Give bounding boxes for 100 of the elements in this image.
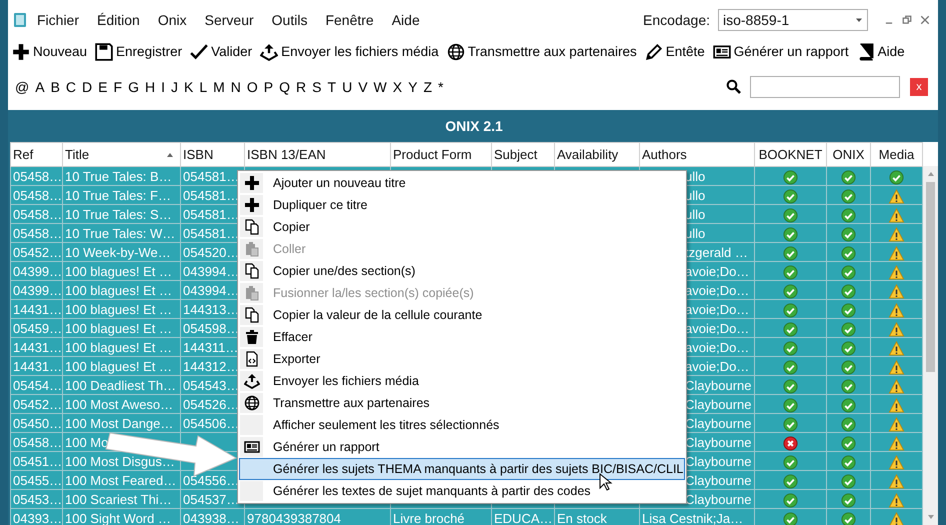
warning-icon <box>888 340 905 356</box>
menu-item[interactable]: Générer les sujets THEMA manquants à partir des sujets BIC/BISAC/CLIL <box>239 458 685 480</box>
column-header[interactable]: ISBN <box>180 142 244 166</box>
menu-item[interactable]: Serveur <box>196 10 263 30</box>
letter-filter[interactable]: X <box>390 76 406 98</box>
clear-button[interactable]: x <box>910 78 928 96</box>
letter-filter[interactable]: O <box>244 76 261 98</box>
letter-filter[interactable]: G <box>125 76 142 98</box>
search-field[interactable] <box>750 76 900 98</box>
letter-filter[interactable]: L <box>196 76 210 98</box>
plus-icon <box>12 43 30 61</box>
letter-filter[interactable]: Y <box>405 76 420 98</box>
warning-icon <box>888 360 905 374</box>
letter-filter[interactable]: Z <box>420 76 435 98</box>
table-cell: 100 Most Feared… <box>62 470 180 490</box>
letter-filter[interactable]: R <box>293 76 310 98</box>
column-header[interactable]: Subject <box>492 142 554 166</box>
letter-filter[interactable]: M <box>210 76 228 98</box>
letter-filter[interactable]: H <box>142 76 158 98</box>
letter-filter[interactable]: N <box>228 76 244 98</box>
letter-filter[interactable]: S <box>309 76 324 98</box>
table-cell: 10 Week-by-We… <box>62 242 180 262</box>
plus-icon <box>244 197 260 213</box>
column-header[interactable]: Ref <box>10 142 62 166</box>
menu-item[interactable]: Outils <box>262 10 316 30</box>
scroll-down-icon[interactable] <box>926 513 934 521</box>
checkmark-icon <box>190 43 208 61</box>
table-cell: 10 True Tales: W… <box>62 224 180 242</box>
letter-filter[interactable]: D <box>79 76 96 98</box>
letter-filter[interactable]: F <box>110 76 126 98</box>
ok-status-icon <box>783 398 798 412</box>
column-header[interactable]: ONIX <box>826 142 870 166</box>
globe-icon <box>446 43 465 61</box>
sort-arrow-icon[interactable] <box>166 151 174 159</box>
menu-item[interactable]: Fenêtre <box>316 10 383 30</box>
ok-status-icon <box>841 322 856 336</box>
error-status-icon <box>783 436 798 450</box>
table-cell: 05458… <box>10 186 62 204</box>
column-header[interactable]: BOOKNET <box>754 142 826 166</box>
letter-filter[interactable]: U <box>339 76 356 98</box>
ok-status-icon <box>783 264 798 280</box>
menu-item[interactable]: Fichier <box>28 10 88 30</box>
letter-filter[interactable]: V <box>355 76 371 98</box>
letter-filter[interactable]: B <box>48 76 63 98</box>
letter-filter[interactable]: J <box>168 76 181 98</box>
warning-icon <box>888 188 905 204</box>
ok-status-icon <box>783 170 798 184</box>
ok-status-icon <box>783 492 798 508</box>
toolbar-button[interactable]: Valider <box>190 42 252 62</box>
column-header[interactable]: Title <box>62 142 180 166</box>
toolbar-button[interactable]: Entête <box>644 42 705 62</box>
table-cell: 04399… <box>10 280 62 300</box>
column-header[interactable]: Media <box>870 142 922 166</box>
table-cell: 05455… <box>10 470 62 490</box>
toolbar-button[interactable]: Envoyer les fichiers média <box>260 42 439 62</box>
close-icon[interactable] <box>920 15 930 25</box>
letter-filter[interactable]: Q <box>276 76 294 98</box>
toolbar-button[interactable]: Nouveau <box>12 42 88 62</box>
code-file-icon <box>244 351 260 367</box>
menu-item[interactable]: Édition <box>88 10 149 30</box>
letter-filter[interactable]: T <box>324 76 340 98</box>
letter-filter[interactable]: W <box>370 76 390 98</box>
scrollbar[interactable] <box>923 166 938 525</box>
ok-status-icon <box>783 322 798 336</box>
warning-icon <box>888 378 905 394</box>
menu-item[interactable]: Onix <box>148 10 196 30</box>
ok-status-icon <box>841 474 856 488</box>
table-cell: 05458… <box>10 166 62 186</box>
warning-icon <box>888 302 905 318</box>
toolbar-button[interactable]: Enregistrer <box>95 42 182 62</box>
letter-filter[interactable]: P <box>260 76 276 98</box>
ok-status-icon <box>841 416 856 432</box>
column-header[interactable]: Product Form <box>390 142 492 166</box>
table-cell: Livre broché <box>390 508 492 525</box>
table-cell: 05454… <box>10 376 62 394</box>
toolbar-button[interactable]: Aide <box>856 42 905 62</box>
warning-icon <box>888 226 905 242</box>
toolbar-button[interactable]: Transmettre aux partenaires <box>446 42 637 62</box>
table-cell: 05450… <box>10 414 62 432</box>
copy-icon <box>244 307 260 323</box>
letter-filter[interactable]: K <box>180 76 196 98</box>
encoding-dropdown[interactable]: iso-8859-1 <box>718 9 868 31</box>
letter-filter[interactable]: * <box>435 76 446 98</box>
table-cell: 100 blagues! Et … <box>62 262 180 280</box>
toolbar-button[interactable]: Générer un rapport <box>712 42 849 62</box>
letter-filter[interactable]: E <box>95 76 110 98</box>
menu-item[interactable]: Aide <box>382 10 429 30</box>
letter-filter[interactable]: A <box>32 76 48 98</box>
letter-filter[interactable]: @ <box>12 76 32 98</box>
letter-filter[interactable]: C <box>62 76 80 98</box>
scroll-up-icon[interactable] <box>926 170 934 178</box>
column-header[interactable]: ISBN 13/EAN <box>244 142 390 166</box>
column-header[interactable]: Authors <box>640 142 754 166</box>
column-header[interactable]: Availability <box>554 142 640 166</box>
letter-filter[interactable]: I <box>158 76 168 98</box>
table-cell: 100 Sight Word … <box>62 508 180 525</box>
table-cell: 100 Deadliest Th… <box>62 376 180 394</box>
restore-icon[interactable] <box>902 15 912 25</box>
table-cell: 100 Scariest Thi… <box>62 490 180 508</box>
copy-icon <box>244 219 260 235</box>
